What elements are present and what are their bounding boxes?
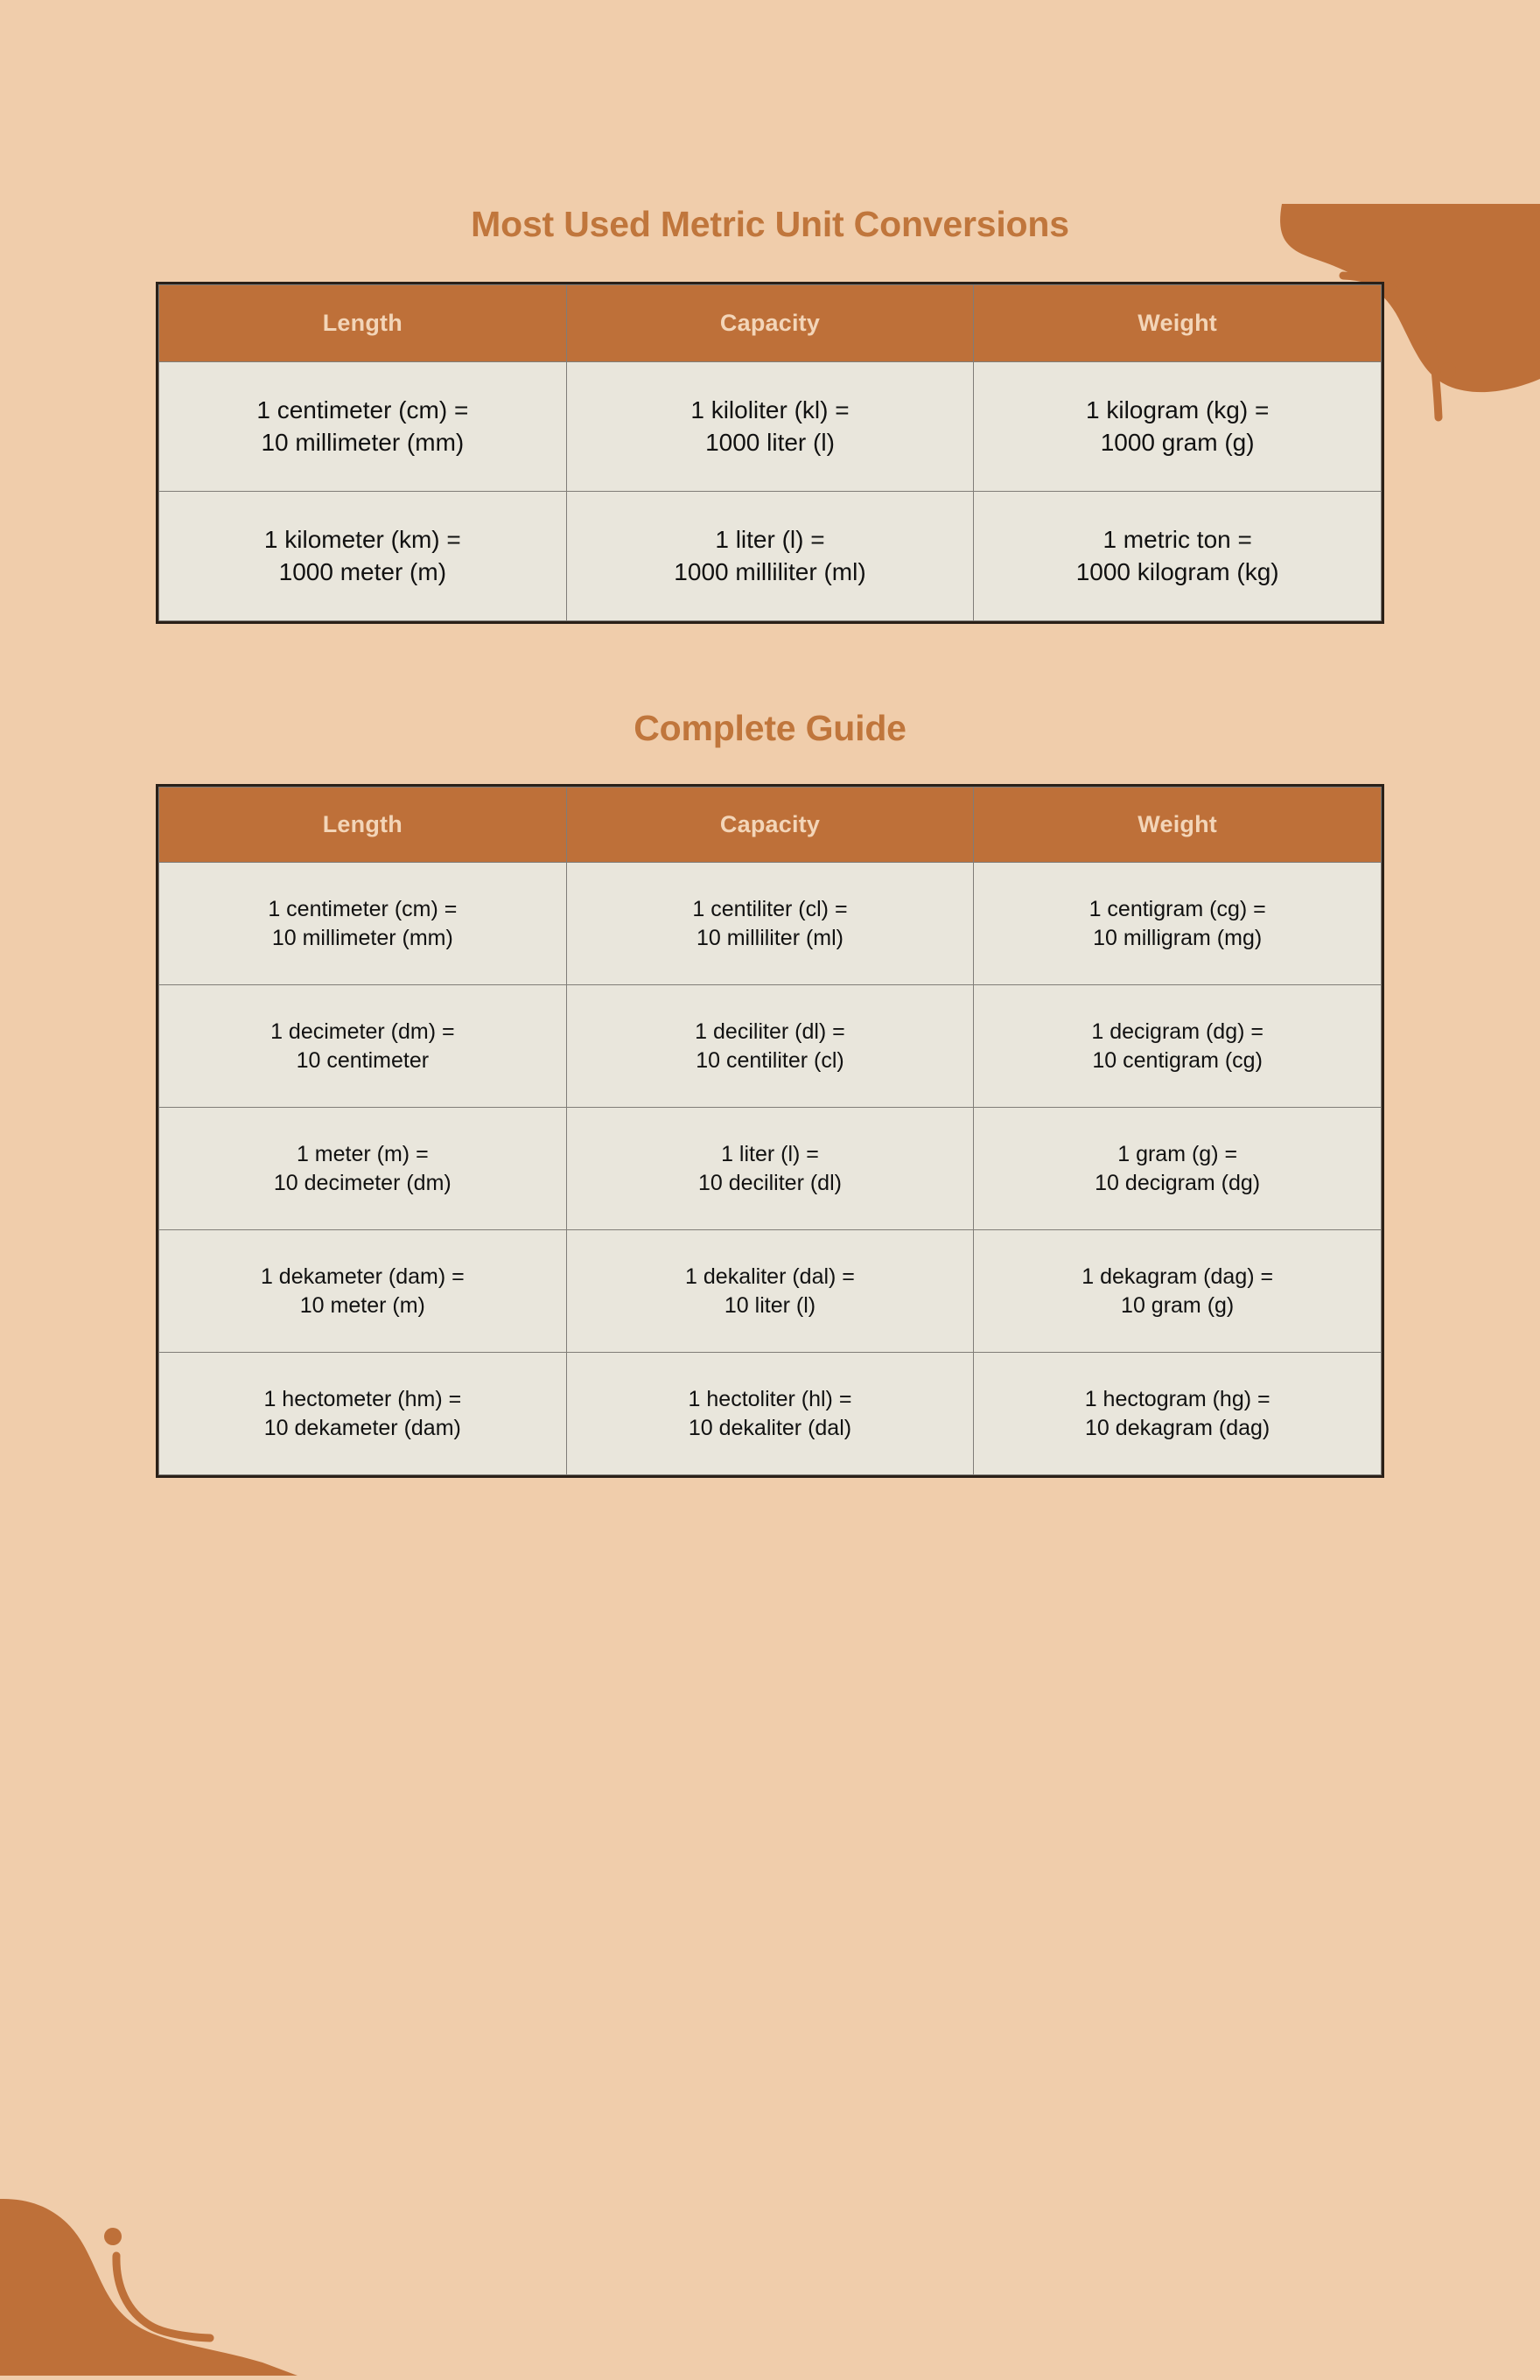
cell-line-1: 1 centiliter (cl) = (692, 897, 848, 921)
cell-line-2: 10 millimeter (mm) (271, 925, 453, 950)
table-header: Length Capacity Weight (158, 284, 1382, 362)
cell-line-1: 1 dekagram (dag) = (1082, 1264, 1274, 1289)
cell-line-2: 10 centiliter (cl) (696, 1047, 844, 1073)
cell-weight: 1 dekagram (dag) = 10 gram (g) (973, 1229, 1382, 1353)
page-content: Most Used Metric Unit Conversions Length… (0, 204, 1540, 1478)
cell-weight: 1 metric ton = 1000 kilogram (kg) (973, 491, 1382, 621)
cell-line-1: 1 deciliter (dl) = (695, 1019, 845, 1044)
conversion-table: Length Capacity Weight 1 centimeter (cm)… (158, 284, 1382, 621)
cell-length: 1 centimeter (cm) = 10 millimeter (mm) (158, 361, 567, 492)
blob-shape (0, 2198, 298, 2376)
table-body: 1 centimeter (cm) = 10 millimeter (mm) 1… (158, 862, 1382, 1475)
cell-capacity: 1 deciliter (dl) = 10 centiliter (cl) (565, 984, 975, 1108)
column-header-capacity: Capacity (565, 284, 975, 362)
cell-length: 1 dekameter (dam) = 10 meter (m) (158, 1229, 567, 1353)
cell-line-2: 10 dekaliter (dal) (688, 1415, 852, 1440)
cell-line-1: 1 hectoliter (hl) = (688, 1387, 852, 1411)
cell-line-1: 1 centimeter (cm) = (268, 897, 458, 921)
cell-line-2: 10 deciliter (dl) (698, 1170, 842, 1195)
cell-line-2: 10 liter (l) (724, 1292, 816, 1318)
cell-line-2: 1000 gram (g) (1100, 428, 1255, 456)
table-header: Length Capacity Weight (158, 787, 1382, 863)
table-row: 1 hectometer (hm) = 10 dekameter (dam) 1… (158, 1352, 1382, 1475)
cell-line-1: 1 decimeter (dm) = (270, 1019, 455, 1044)
cell-capacity: 1 liter (l) = 10 deciliter (dl) (565, 1107, 975, 1230)
cell-weight: 1 hectogram (hg) = 10 dekagram (dag) (973, 1352, 1382, 1475)
cell-line-2: 10 meter (m) (299, 1292, 425, 1318)
cell-line-1: 1 metric ton = (1102, 526, 1252, 554)
cell-line-1: 1 kilometer (km) = (263, 526, 461, 554)
table-row: 1 decimeter (dm) = 10 centimeter 1 decil… (158, 984, 1382, 1108)
table-header-row: Length Capacity Weight (158, 787, 1382, 863)
conversion-table: Length Capacity Weight 1 centimeter (cm)… (158, 787, 1382, 1475)
column-header-capacity: Capacity (565, 787, 975, 863)
cell-line-1: 1 meter (m) = (296, 1142, 429, 1166)
table-row: 1 kilometer (km) = 1000 meter (m) 1 lite… (158, 491, 1382, 621)
cell-weight: 1 decigram (dg) = 10 centigram (cg) (973, 984, 1382, 1108)
table-row: 1 dekameter (dam) = 10 meter (m) 1 dekal… (158, 1229, 1382, 1353)
page-title-complete-guide: Complete Guide (634, 708, 906, 748)
cell-length: 1 centimeter (cm) = 10 millimeter (mm) (158, 862, 567, 985)
cell-weight: 1 centigram (cg) = 10 milligram (mg) (973, 862, 1382, 985)
cell-capacity: 1 centiliter (cl) = 10 milliliter (ml) (565, 862, 975, 985)
cell-length: 1 kilometer (km) = 1000 meter (m) (158, 491, 567, 621)
column-header-length: Length (158, 284, 567, 362)
cell-line-1: 1 liter (l) = (721, 1142, 819, 1166)
cell-line-2: 10 centigram (cg) (1092, 1047, 1263, 1073)
cell-capacity: 1 kiloliter (kl) = 1000 liter (l) (565, 361, 975, 492)
cell-line-2: 1000 kilogram (kg) (1075, 557, 1279, 585)
cell-line-1: 1 hectometer (hm) = (263, 1387, 462, 1411)
cell-line-2: 10 dekagram (dag) (1085, 1415, 1270, 1440)
cell-line-1: 1 centimeter (cm) = (256, 396, 469, 424)
column-header-length: Length (158, 787, 567, 863)
table-row: 1 centimeter (cm) = 10 millimeter (mm) 1… (158, 361, 1382, 492)
table-row: 1 centimeter (cm) = 10 millimeter (mm) 1… (158, 862, 1382, 985)
column-header-weight: Weight (973, 787, 1382, 863)
cell-capacity: 1 hectoliter (hl) = 10 dekaliter (dal) (565, 1352, 975, 1475)
cell-line-1: 1 liter (l) = (715, 526, 825, 554)
cell-line-2: 10 decimeter (dm) (273, 1170, 452, 1195)
decoration-bottom-left (0, 2188, 298, 2376)
cell-line-2: 10 milligram (mg) (1093, 925, 1263, 950)
cell-capacity: 1 dekaliter (dal) = 10 liter (l) (565, 1229, 975, 1353)
cell-length: 1 hectometer (hm) = 10 dekameter (dam) (158, 1352, 567, 1475)
cell-line-1: 1 centigram (cg) = (1088, 897, 1266, 921)
cell-line-2: 10 millimeter (mm) (261, 428, 465, 456)
cell-line-1: 1 dekameter (dam) = (260, 1264, 465, 1289)
cell-line-2: 10 milliliter (ml) (696, 925, 844, 950)
table-most-used-metric-unit-conversions: Length Capacity Weight 1 centimeter (cm)… (156, 282, 1384, 624)
cell-line-1: 1 dekaliter (dal) = (685, 1264, 855, 1289)
cell-length: 1 meter (m) = 10 decimeter (dm) (158, 1107, 567, 1230)
column-header-weight: Weight (973, 284, 1382, 362)
table-header-row: Length Capacity Weight (158, 284, 1382, 362)
cell-line-2: 1000 milliliter (ml) (674, 557, 866, 585)
cell-line-1: 1 kiloliter (kl) = (690, 396, 850, 424)
cell-line-1: 1 hectogram (hg) = (1084, 1387, 1270, 1411)
table-body: 1 centimeter (cm) = 10 millimeter (mm) 1… (158, 361, 1382, 621)
cell-weight: 1 gram (g) = 10 decigram (dg) (973, 1107, 1382, 1230)
cell-length: 1 decimeter (dm) = 10 centimeter (158, 984, 567, 1108)
cell-weight: 1 kilogram (kg) = 1000 gram (g) (973, 361, 1382, 492)
cell-line-2: 1000 liter (l) (705, 428, 835, 456)
cell-line-1: 1 decigram (dg) = (1091, 1019, 1264, 1044)
cell-capacity: 1 liter (l) = 1000 milliliter (ml) (565, 491, 975, 621)
dot-shape (104, 2228, 122, 2245)
cell-line-2: 10 gram (g) (1121, 1292, 1235, 1318)
table-complete-guide: Length Capacity Weight 1 centimeter (cm)… (156, 784, 1384, 1478)
cell-line-2: 10 centimeter (296, 1047, 430, 1073)
page-title-most-used: Most Used Metric Unit Conversions (471, 204, 1069, 244)
arc-stroke (112, 2251, 214, 2342)
cell-line-2: 1000 meter (m) (278, 557, 447, 585)
table-row: 1 meter (m) = 10 decimeter (dm) 1 liter … (158, 1107, 1382, 1230)
cell-line-2: 10 dekameter (dam) (263, 1415, 461, 1440)
cell-line-1: 1 kilogram (kg) = (1086, 396, 1270, 424)
cell-line-1: 1 gram (g) = (1117, 1142, 1238, 1166)
cell-line-2: 10 decigram (dg) (1095, 1170, 1261, 1195)
